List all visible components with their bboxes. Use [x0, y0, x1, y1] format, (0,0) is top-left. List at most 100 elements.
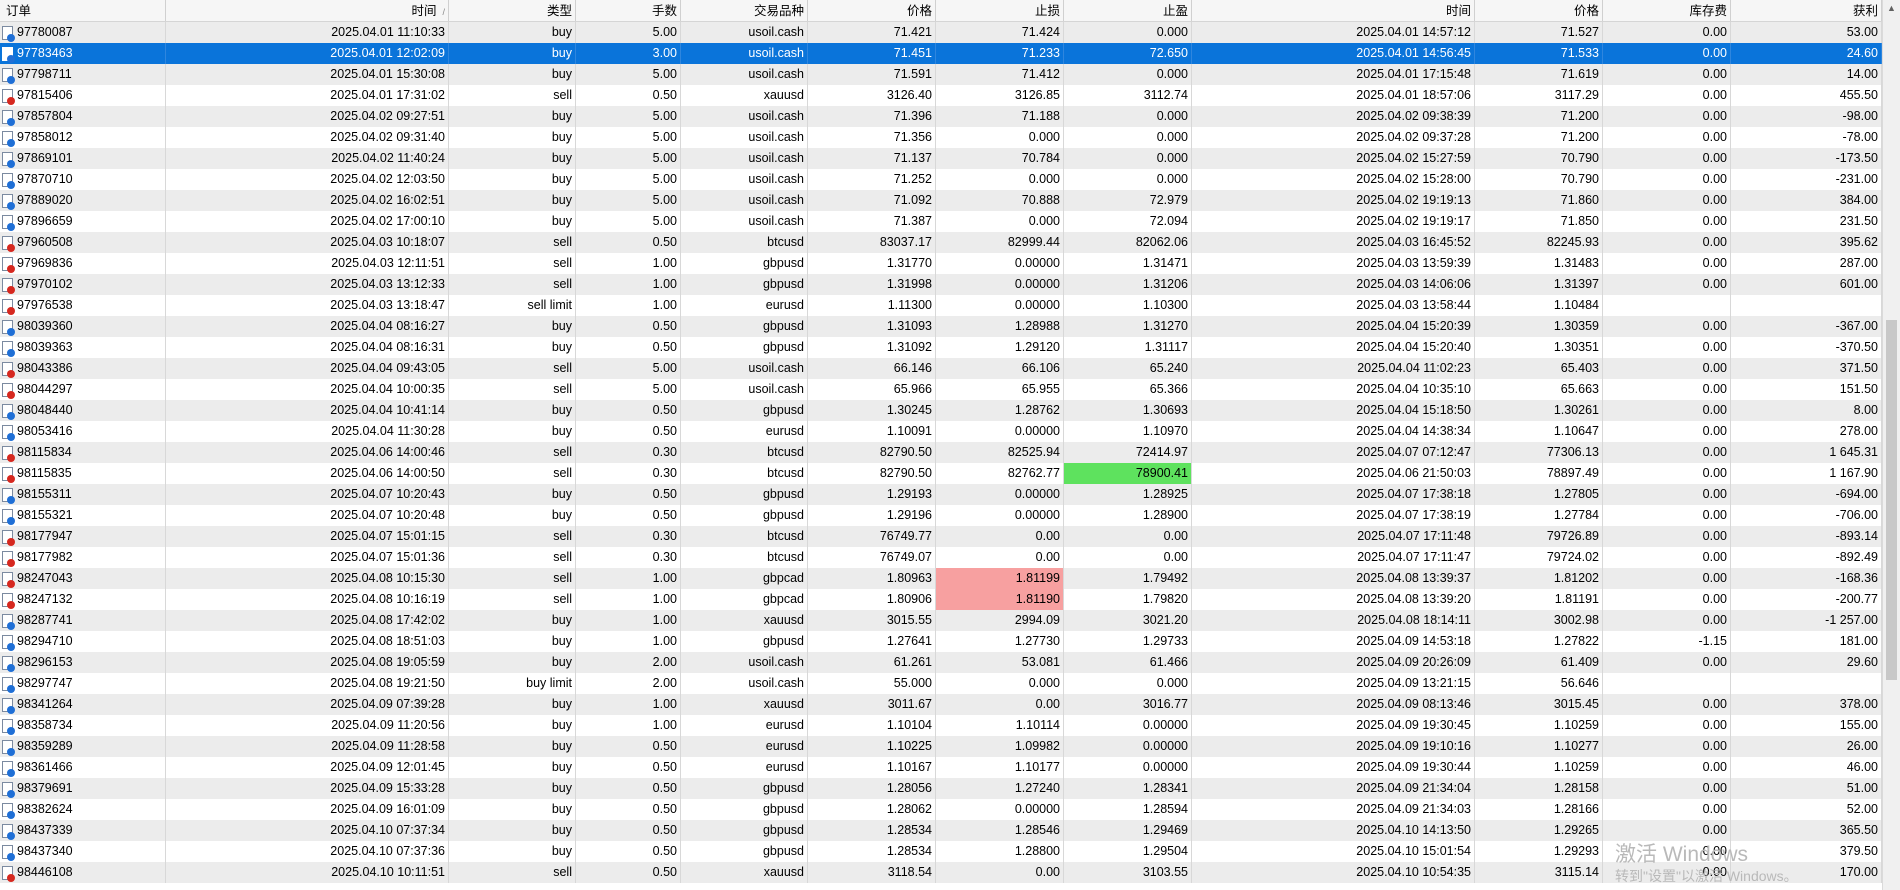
table-row[interactable]: 98297747 2025.04.08 19:21:50 buy limit 2.00…: [0, 673, 1882, 694]
cell-symbol: usoil.cash: [681, 169, 808, 190]
col-header-open-price[interactable]: 价格: [808, 0, 936, 21]
table-row[interactable]: 98437340 2025.04.10 07:37:36 buy 0.50 gbpusd…: [0, 841, 1882, 862]
table-row[interactable]: 97857804 2025.04.02 09:27:51 buy 5.00 usoil.…: [0, 106, 1882, 127]
cell-open-price: 1.10225: [808, 736, 936, 757]
cell-order-value: 97858012: [17, 130, 73, 144]
col-header-close-time[interactable]: 时间: [1192, 0, 1475, 21]
cell-open-price-value: 1.28056: [886, 781, 932, 795]
cell-volume-value: 2.00: [652, 655, 677, 669]
cell-type: buy limit: [449, 673, 576, 694]
cell-order-value: 97976538: [17, 298, 73, 312]
table-row[interactable]: 97858012 2025.04.02 09:31:40 buy 5.00 usoil.…: [0, 127, 1882, 148]
col-header-order[interactable]: 订单: [0, 0, 166, 21]
cell-open-time: 2025.04.04 08:16:31: [166, 337, 449, 358]
cell-type: buy: [449, 484, 576, 505]
col-header-symbol[interactable]: 交易品种: [681, 0, 808, 21]
cell-take-profit-value: 65.240: [1149, 361, 1188, 375]
cell-symbol-value: gbpusd: [762, 340, 804, 354]
cell-open-time: 2025.04.08 18:51:03: [166, 631, 449, 652]
cell-open-price: 71.591: [808, 64, 936, 85]
table-row[interactable]: 97976538 2025.04.03 13:18:47 sell limit 1.0…: [0, 295, 1882, 316]
cell-take-profit: 1.31117: [1064, 337, 1192, 358]
table-row[interactable]: 98296153 2025.04.08 19:05:59 buy 2.00 usoil.…: [0, 652, 1882, 673]
table-row[interactable]: 97815406 2025.04.01 17:31:02 sell 0.50 xauus…: [0, 85, 1882, 106]
cell-order: 98044297: [0, 379, 166, 400]
table-row[interactable]: 98115834 2025.04.06 14:00:46 sell 0.30 btcus…: [0, 442, 1882, 463]
table-row[interactable]: 98358734 2025.04.09 11:20:56 buy 1.00 eurusd…: [0, 715, 1882, 736]
table-row[interactable]: 98446108 2025.04.10 10:11:51 sell 0.50 xauus…: [0, 862, 1882, 883]
cell-swap: 0.00: [1603, 610, 1731, 631]
table-row[interactable]: 97783463 2025.04.01 12:02:09 buy 3.00 usoil.…: [0, 43, 1882, 64]
table-row[interactable]: 98044297 2025.04.04 10:00:35 sell 5.00 usoil…: [0, 379, 1882, 400]
col-header-volume[interactable]: 手数: [576, 0, 681, 21]
table-row[interactable]: 98341264 2025.04.09 07:39:28 buy 1.00 xauusd…: [0, 694, 1882, 715]
table-row[interactable]: 98048440 2025.04.04 10:41:14 buy 0.50 gbpusd…: [0, 400, 1882, 421]
table-row[interactable]: 98361466 2025.04.09 12:01:45 buy 0.50 eurusd…: [0, 757, 1882, 778]
table-row[interactable]: 98177947 2025.04.07 15:01:15 sell 0.30 btcus…: [0, 526, 1882, 547]
cell-close-price-value: 3115.14: [1554, 865, 1599, 879]
table-row[interactable]: 98177982 2025.04.07 15:01:36 sell 0.30 btcus…: [0, 547, 1882, 568]
table-row[interactable]: 97969836 2025.04.03 12:11:51 sell 1.00 gbpus…: [0, 253, 1882, 274]
cell-symbol: eurusd: [681, 421, 808, 442]
cell-close-time-value: 2025.04.02 15:28:00: [1356, 172, 1471, 186]
table-row[interactable]: 98155321 2025.04.07 10:20:48 buy 0.50 gbpusd…: [0, 505, 1882, 526]
scroll-up-arrow-icon[interactable]: ▲: [1883, 0, 1900, 17]
cell-type-value: buy: [551, 403, 572, 417]
table-row[interactable]: 98043386 2025.04.04 09:43:05 sell 5.00 usoil…: [0, 358, 1882, 379]
table-row[interactable]: 98294710 2025.04.08 18:51:03 buy 1.00 gbpusd…: [0, 631, 1882, 652]
cell-profit-value: -200.77: [1835, 592, 1878, 606]
table-row[interactable]: 98155311 2025.04.07 10:20:43 buy 0.50 gbpusd…: [0, 484, 1882, 505]
table-row[interactable]: 97970102 2025.04.03 13:12:33 sell 1.00 gbpus…: [0, 274, 1882, 295]
col-header-take-profit[interactable]: 止盈: [1064, 0, 1192, 21]
cell-profit: -892.49: [1731, 547, 1882, 568]
col-header-type[interactable]: 类型: [449, 0, 576, 21]
col-header-open-time[interactable]: 时间 /: [166, 0, 449, 21]
cell-stop-loss: 0.00: [936, 862, 1064, 883]
cell-volume: 1.00: [576, 274, 681, 295]
cell-profit-value: 278.00: [1839, 424, 1878, 438]
cell-swap: 0.00: [1603, 757, 1731, 778]
cell-open-price: 65.966: [808, 379, 936, 400]
cell-open-time: 2025.04.04 10:41:14: [166, 400, 449, 421]
table-row[interactable]: 98382624 2025.04.09 16:01:09 buy 0.50 gbpusd…: [0, 799, 1882, 820]
table-row[interactable]: 98379691 2025.04.09 15:33:28 buy 0.50 gbpusd…: [0, 778, 1882, 799]
cell-symbol: btcusd: [681, 463, 808, 484]
table-row[interactable]: 98359289 2025.04.09 11:28:58 buy 0.50 eurusd…: [0, 736, 1882, 757]
table-row[interactable]: 98039363 2025.04.04 08:16:31 buy 0.50 gbpusd…: [0, 337, 1882, 358]
cell-symbol: usoil.cash: [681, 22, 808, 43]
col-header-profit[interactable]: 获利: [1731, 0, 1882, 21]
table-row[interactable]: 98437339 2025.04.10 07:37:34 buy 0.50 gbpusd…: [0, 820, 1882, 841]
cell-open-time-value: 2025.04.02 16:02:51: [330, 193, 445, 207]
table-row[interactable]: 97870710 2025.04.02 12:03:50 buy 5.00 usoil.…: [0, 169, 1882, 190]
cell-symbol-value: btcusd: [767, 466, 804, 480]
table-row[interactable]: 97960508 2025.04.03 10:18:07 sell 0.50 btcus…: [0, 232, 1882, 253]
cell-swap-value: 0.00: [1702, 88, 1727, 102]
cell-close-price-value: 71.527: [1560, 25, 1599, 39]
table-row[interactable]: 97896659 2025.04.02 17:00:10 buy 5.00 usoil.…: [0, 211, 1882, 232]
col-header-swap[interactable]: 库存费: [1603, 0, 1731, 21]
table-row[interactable]: 98247043 2025.04.08 10:15:30 sell 1.00 gbpca…: [0, 568, 1882, 589]
cell-stop-loss: 66.106: [936, 358, 1064, 379]
table-row[interactable]: 97798711 2025.04.01 15:30:08 buy 5.00 usoil.…: [0, 64, 1882, 85]
table-row[interactable]: 97889020 2025.04.02 16:02:51 buy 5.00 usoil.…: [0, 190, 1882, 211]
scrollbar-thumb[interactable]: [1886, 320, 1897, 680]
vertical-scrollbar[interactable]: ▲: [1882, 0, 1900, 890]
table-row[interactable]: 98287741 2025.04.08 17:42:02 buy 1.00 xauusd…: [0, 610, 1882, 631]
cell-order-value: 98341264: [17, 697, 73, 711]
cell-type: buy: [449, 610, 576, 631]
table-row[interactable]: 97869101 2025.04.02 11:40:24 buy 5.00 usoil.…: [0, 148, 1882, 169]
table-row[interactable]: 98247132 2025.04.08 10:16:19 sell 1.00 gbpca…: [0, 589, 1882, 610]
order-document-icon: [2, 487, 15, 504]
table-row[interactable]: 97780087 2025.04.01 11:10:33 buy 5.00 usoil.…: [0, 22, 1882, 43]
table-row[interactable]: 98115835 2025.04.06 14:00:50 sell 0.30 btcus…: [0, 463, 1882, 484]
table-row[interactable]: 98039360 2025.04.04 08:16:27 buy 0.50 gbpusd…: [0, 316, 1882, 337]
cell-close-time: 2025.04.02 09:37:28: [1192, 127, 1475, 148]
cell-volume: 0.50: [576, 820, 681, 841]
cell-symbol: usoil.cash: [681, 106, 808, 127]
col-header-stop-loss[interactable]: 止损: [936, 0, 1064, 21]
col-header-close-price[interactable]: 价格: [1475, 0, 1603, 21]
cell-take-profit-value: 1.28900: [1142, 508, 1188, 522]
cell-open-price-value: 1.31770: [886, 256, 932, 270]
table-row[interactable]: 98053416 2025.04.04 11:30:28 buy 0.50 eurusd…: [0, 421, 1882, 442]
cell-profit-value: -231.00: [1835, 172, 1878, 186]
